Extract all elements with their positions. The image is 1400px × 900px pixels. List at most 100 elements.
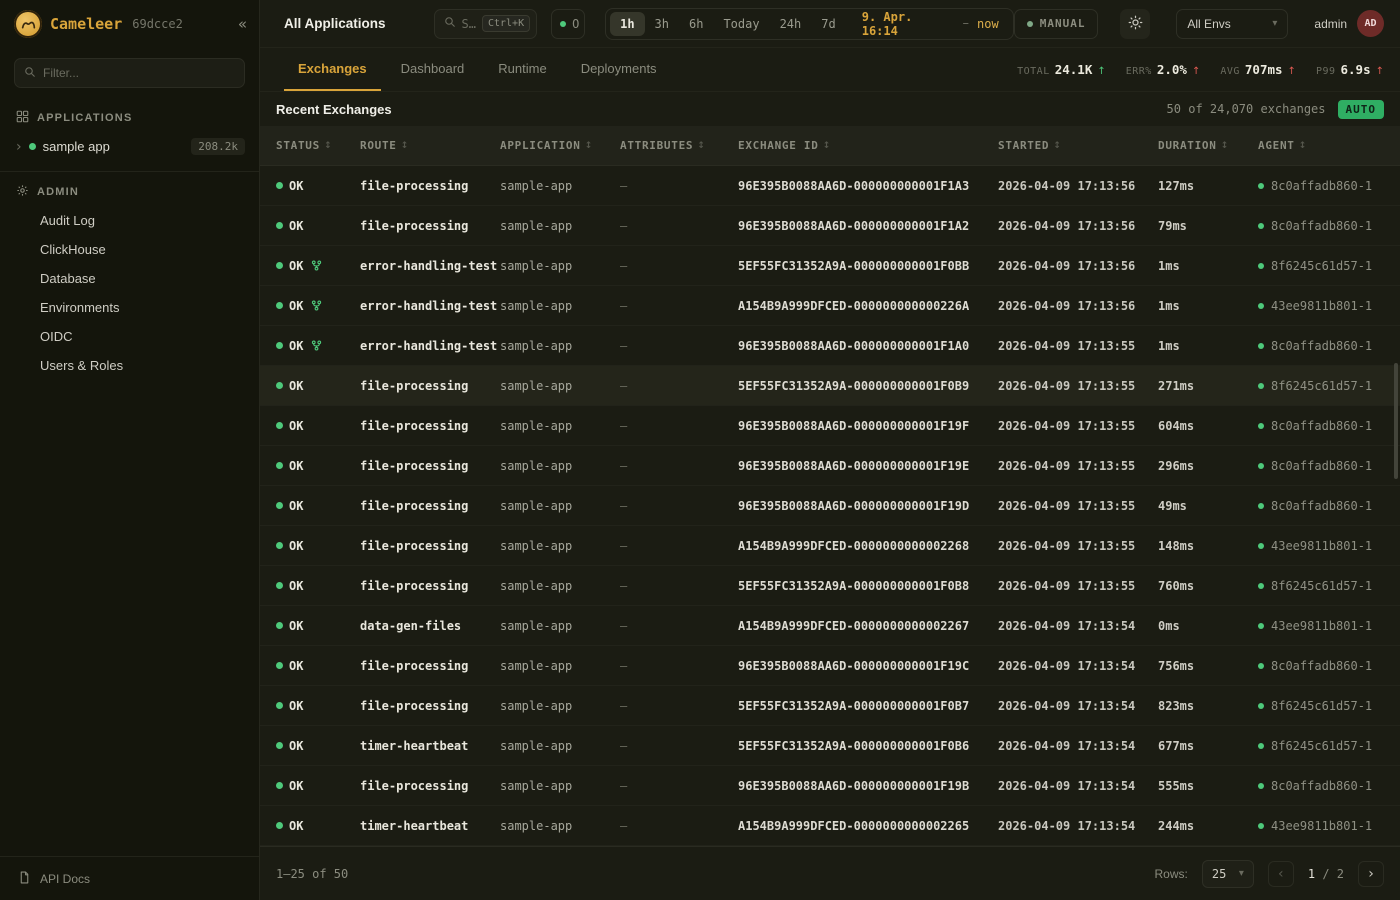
fork-icon bbox=[311, 300, 322, 311]
stat-err: ERR%2.0%↑ bbox=[1126, 62, 1201, 77]
column-header-exchange-id[interactable]: EXCHANGE ID↕ bbox=[738, 139, 998, 152]
tab-deployments[interactable]: Deployments bbox=[567, 48, 671, 91]
column-header-application[interactable]: APPLICATION↕ bbox=[500, 139, 620, 152]
sidebar-item-audit-log[interactable]: Audit Log bbox=[0, 206, 259, 235]
tabs: ExchangesDashboardRuntimeDeployments bbox=[284, 48, 671, 91]
sidebar-item-clickhouse[interactable]: ClickHouse bbox=[0, 235, 259, 264]
applications-icon bbox=[16, 110, 29, 126]
exchange-id-cell: 5EF55FC31352A9A-000000000001F0B8 bbox=[738, 579, 998, 593]
pagination-controls: Rows: 25 ▾ ‹ 1 / 2 › bbox=[1155, 860, 1385, 888]
agent-label: 8f6245c61d57-1 bbox=[1271, 739, 1372, 753]
theme-toggle-button[interactable] bbox=[1120, 9, 1150, 39]
duration-cell: 296ms bbox=[1158, 459, 1258, 473]
table-row[interactable]: OK file-processing sample-app — A154B9A9… bbox=[260, 526, 1400, 566]
env-select[interactable]: All Envs ▾ bbox=[1176, 9, 1288, 39]
scrollbar-thumb[interactable] bbox=[1394, 363, 1398, 479]
status-cell: OK bbox=[276, 419, 360, 433]
sidebar-item-users-roles[interactable]: Users & Roles bbox=[0, 351, 259, 380]
application-cell: sample-app bbox=[500, 259, 620, 273]
duration-cell: 555ms bbox=[1158, 779, 1258, 793]
ok-status-dot-icon bbox=[276, 622, 283, 629]
time-range-7d[interactable]: 7d bbox=[811, 12, 845, 36]
duration-cell: 1ms bbox=[1158, 339, 1258, 353]
table-row[interactable]: OK file-processing sample-app — 96E395B0… bbox=[260, 206, 1400, 246]
camel-logo-icon bbox=[14, 10, 42, 38]
agent-cell: 8c0affadb860-1 bbox=[1258, 339, 1400, 353]
sidebar-item-database[interactable]: Database bbox=[0, 264, 259, 293]
status-label: OK bbox=[289, 779, 303, 793]
table-row[interactable]: OK file-processing sample-app — 96E395B0… bbox=[260, 166, 1400, 206]
application-cell: sample-app bbox=[500, 779, 620, 793]
agent-label: 8c0affadb860-1 bbox=[1271, 339, 1372, 353]
ok-status-dot-icon bbox=[276, 422, 283, 429]
api-docs-link[interactable]: API Docs bbox=[0, 856, 259, 900]
agent-cell: 8c0affadb860-1 bbox=[1258, 499, 1400, 513]
chevron-down-icon: ▾ bbox=[1272, 18, 1277, 29]
sidebar-item-oidc[interactable]: OIDC bbox=[0, 322, 259, 351]
time-range-3h[interactable]: 3h bbox=[645, 12, 679, 36]
applications-section-header: APPLICATIONS bbox=[0, 102, 259, 132]
next-page-button[interactable]: › bbox=[1358, 861, 1384, 887]
time-range-1h[interactable]: 1h bbox=[610, 12, 644, 36]
table-row[interactable]: OK data-gen-files sample-app — A154B9A99… bbox=[260, 606, 1400, 646]
status-cell: OK bbox=[276, 259, 360, 273]
tab-exchanges[interactable]: Exchanges bbox=[284, 48, 381, 91]
agent-status-dot-icon bbox=[1258, 303, 1264, 309]
sidebar-item-sample-app[interactable]: › sample app 208.2k bbox=[0, 132, 259, 161]
table-row[interactable]: OK file-processing sample-app — 5EF55FC3… bbox=[260, 366, 1400, 406]
time-ranges: 1h3h6hToday24h7d bbox=[610, 12, 846, 36]
column-header-attributes[interactable]: ATTRIBUTES↕ bbox=[620, 139, 738, 152]
rows-per-page-select[interactable]: 25 ▾ bbox=[1202, 860, 1254, 888]
ok-status-dot-icon bbox=[276, 382, 283, 389]
table-row[interactable]: OK error-handling-test sample-app — 5EF5… bbox=[260, 246, 1400, 286]
agent-cell: 43ee9811b801-1 bbox=[1258, 299, 1400, 313]
agent-cell: 8c0affadb860-1 bbox=[1258, 659, 1400, 673]
avatar[interactable]: AD bbox=[1357, 10, 1384, 37]
time-range-today[interactable]: Today bbox=[713, 12, 769, 36]
table-row[interactable]: OK file-processing sample-app — 96E395B0… bbox=[260, 446, 1400, 486]
time-range-24h[interactable]: 24h bbox=[770, 12, 812, 36]
prev-page-button[interactable]: ‹ bbox=[1268, 861, 1294, 887]
sort-icon: ↕ bbox=[1221, 141, 1229, 151]
only-errors-toggle[interactable]: O bbox=[551, 9, 585, 39]
table-body: OK file-processing sample-app — 96E395B0… bbox=[260, 166, 1400, 846]
sidebar-filter-input[interactable] bbox=[43, 66, 235, 80]
table-row[interactable]: OK file-processing sample-app — 96E395B0… bbox=[260, 646, 1400, 686]
exchange-id-cell: 96E395B0088AA6D-000000000001F1A0 bbox=[738, 339, 998, 353]
agent-label: 8c0affadb860-1 bbox=[1271, 419, 1372, 433]
table-row[interactable]: OK timer-heartbeat sample-app — A154B9A9… bbox=[260, 806, 1400, 846]
started-cell: 2026-04-09 17:13:56 bbox=[998, 299, 1158, 313]
agent-cell: 43ee9811b801-1 bbox=[1258, 819, 1400, 833]
application-cell: sample-app bbox=[500, 219, 620, 233]
time-range-6h[interactable]: 6h bbox=[679, 12, 713, 36]
sidebar-item-environments[interactable]: Environments bbox=[0, 293, 259, 322]
table-row[interactable]: OK file-processing sample-app — 96E395B0… bbox=[260, 406, 1400, 446]
column-header-started[interactable]: STARTED↕ bbox=[998, 139, 1158, 152]
global-search-button[interactable]: S… Ctrl+K bbox=[434, 9, 538, 39]
agent-status-dot-icon bbox=[1258, 703, 1264, 709]
tabs-row: ExchangesDashboardRuntimeDeployments TOT… bbox=[260, 48, 1400, 92]
sidebar-collapse-button[interactable]: « bbox=[238, 15, 247, 33]
route-cell: error-handling-test bbox=[360, 299, 500, 313]
status-label: OK bbox=[289, 299, 303, 313]
ok-status-dot-icon bbox=[276, 742, 283, 749]
column-header-duration[interactable]: DURATION↕ bbox=[1158, 139, 1258, 152]
table-row[interactable]: OK file-processing sample-app — 96E395B0… bbox=[260, 766, 1400, 806]
tab-runtime[interactable]: Runtime bbox=[484, 48, 560, 91]
manual-refresh-button[interactable]: MANUAL bbox=[1014, 9, 1099, 39]
table-row[interactable]: OK file-processing sample-app — 5EF55FC3… bbox=[260, 686, 1400, 726]
agent-cell: 8f6245c61d57-1 bbox=[1258, 699, 1400, 713]
column-header-route[interactable]: ROUTE↕ bbox=[360, 139, 500, 152]
table-row[interactable]: OK file-processing sample-app — 96E395B0… bbox=[260, 486, 1400, 526]
auto-refresh-badge[interactable]: AUTO bbox=[1338, 100, 1385, 119]
table-row[interactable]: OK error-handling-test sample-app — 96E3… bbox=[260, 326, 1400, 366]
agent-cell: 8c0affadb860-1 bbox=[1258, 219, 1400, 233]
table-row[interactable]: OK timer-heartbeat sample-app — 5EF55FC3… bbox=[260, 726, 1400, 766]
status-cell: OK bbox=[276, 539, 360, 553]
tab-dashboard[interactable]: Dashboard bbox=[387, 48, 479, 91]
table-row[interactable]: OK error-handling-test sample-app — A154… bbox=[260, 286, 1400, 326]
table-row[interactable]: OK file-processing sample-app — 5EF55FC3… bbox=[260, 566, 1400, 606]
column-header-agent[interactable]: AGENT↕ bbox=[1258, 139, 1400, 152]
column-header-status[interactable]: STATUS↕ bbox=[276, 139, 360, 152]
agent-label: 8c0affadb860-1 bbox=[1271, 219, 1372, 233]
